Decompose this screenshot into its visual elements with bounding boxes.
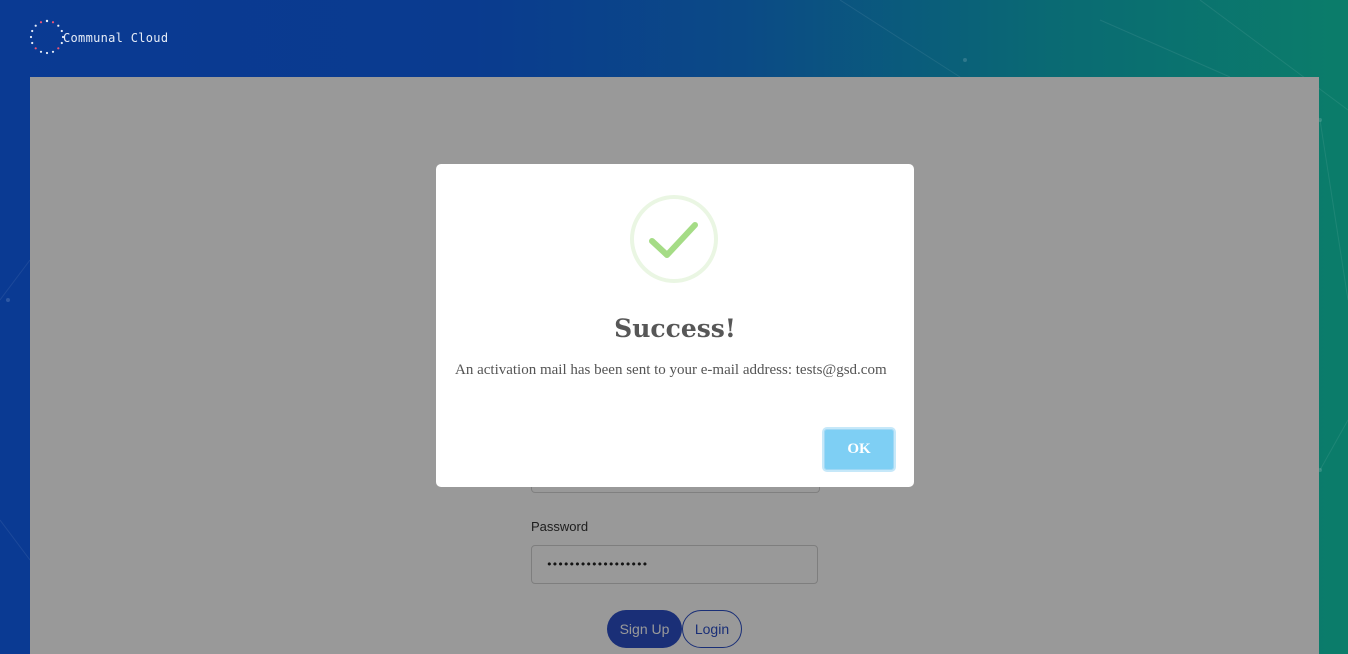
dotted-circle-logo-icon[interactable] bbox=[29, 19, 65, 55]
brand-name[interactable]: Communal Cloud bbox=[63, 31, 168, 45]
top-header: Communal Cloud bbox=[0, 0, 1348, 77]
dialog-title: Success! bbox=[614, 314, 736, 343]
dialog-message: An activation mail has been sent to your… bbox=[455, 362, 887, 378]
ok-button[interactable]: OK bbox=[822, 427, 896, 472]
success-checkmark-icon bbox=[630, 195, 718, 283]
success-dialog: Success! An activation mail has been sen… bbox=[436, 164, 914, 487]
